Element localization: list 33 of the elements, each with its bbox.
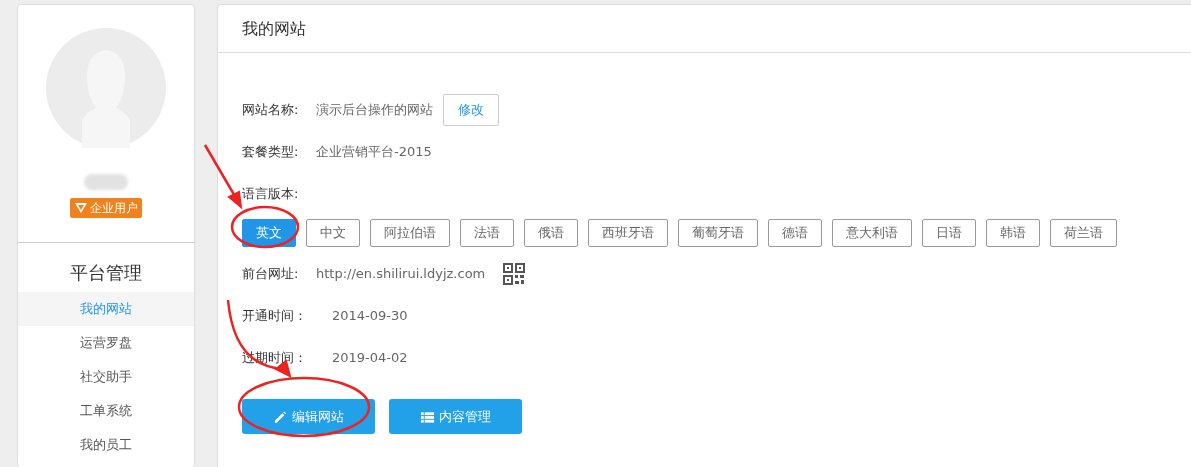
sidebar-item[interactable]: 工单系统 [18,393,194,428]
site-url: http://en.shilirui.ldyjz.com [316,265,486,284]
field-label: 套餐类型: [242,143,300,162]
date-value: 2014-09-30 [332,307,408,326]
language-button[interactable]: 西班牙语 [588,219,668,247]
plan-value: 企业营销平台-2015 [316,143,432,162]
sidebar-item[interactable]: 社交助手 [18,359,194,394]
field-label: 语言版本: [242,185,300,204]
edit-button[interactable]: 修改 [443,94,499,126]
site-name: 演示后台操作的网站 [316,101,433,120]
qr-code-icon[interactable] [503,263,526,285]
language-button[interactable]: 法语 [460,219,514,247]
field-label: 开通时间： [242,307,308,326]
page-title: 我的网站 [218,5,1191,53]
field-label: 网站名称: [242,101,300,120]
field-label: 前台网址: [242,265,300,284]
sidebar-item[interactable]: 我的员工 [18,427,194,462]
section-title: 平台管理 [69,260,143,285]
language-button[interactable]: 阿拉伯语 [370,219,450,247]
language-button[interactable]: 俄语 [524,219,578,247]
language-button[interactable]: 德语 [768,219,822,247]
language-button[interactable]: 意大利语 [832,219,912,247]
language-button[interactable]: 中文 [306,219,360,247]
sidebar-item[interactable]: 运营罗盘 [18,325,194,360]
date-value: 2019-04-02 [332,349,408,368]
annotation-arrow [203,144,243,210]
blurred-username [84,174,128,190]
language-button[interactable]: 荷兰语 [1050,219,1117,247]
annotation-circle [230,205,300,249]
language-button[interactable]: 韩语 [986,219,1040,247]
language-button[interactable]: 葡萄牙语 [678,219,758,247]
language-button[interactable]: 日语 [922,219,976,247]
user-badge: 企业用户 [70,198,142,218]
